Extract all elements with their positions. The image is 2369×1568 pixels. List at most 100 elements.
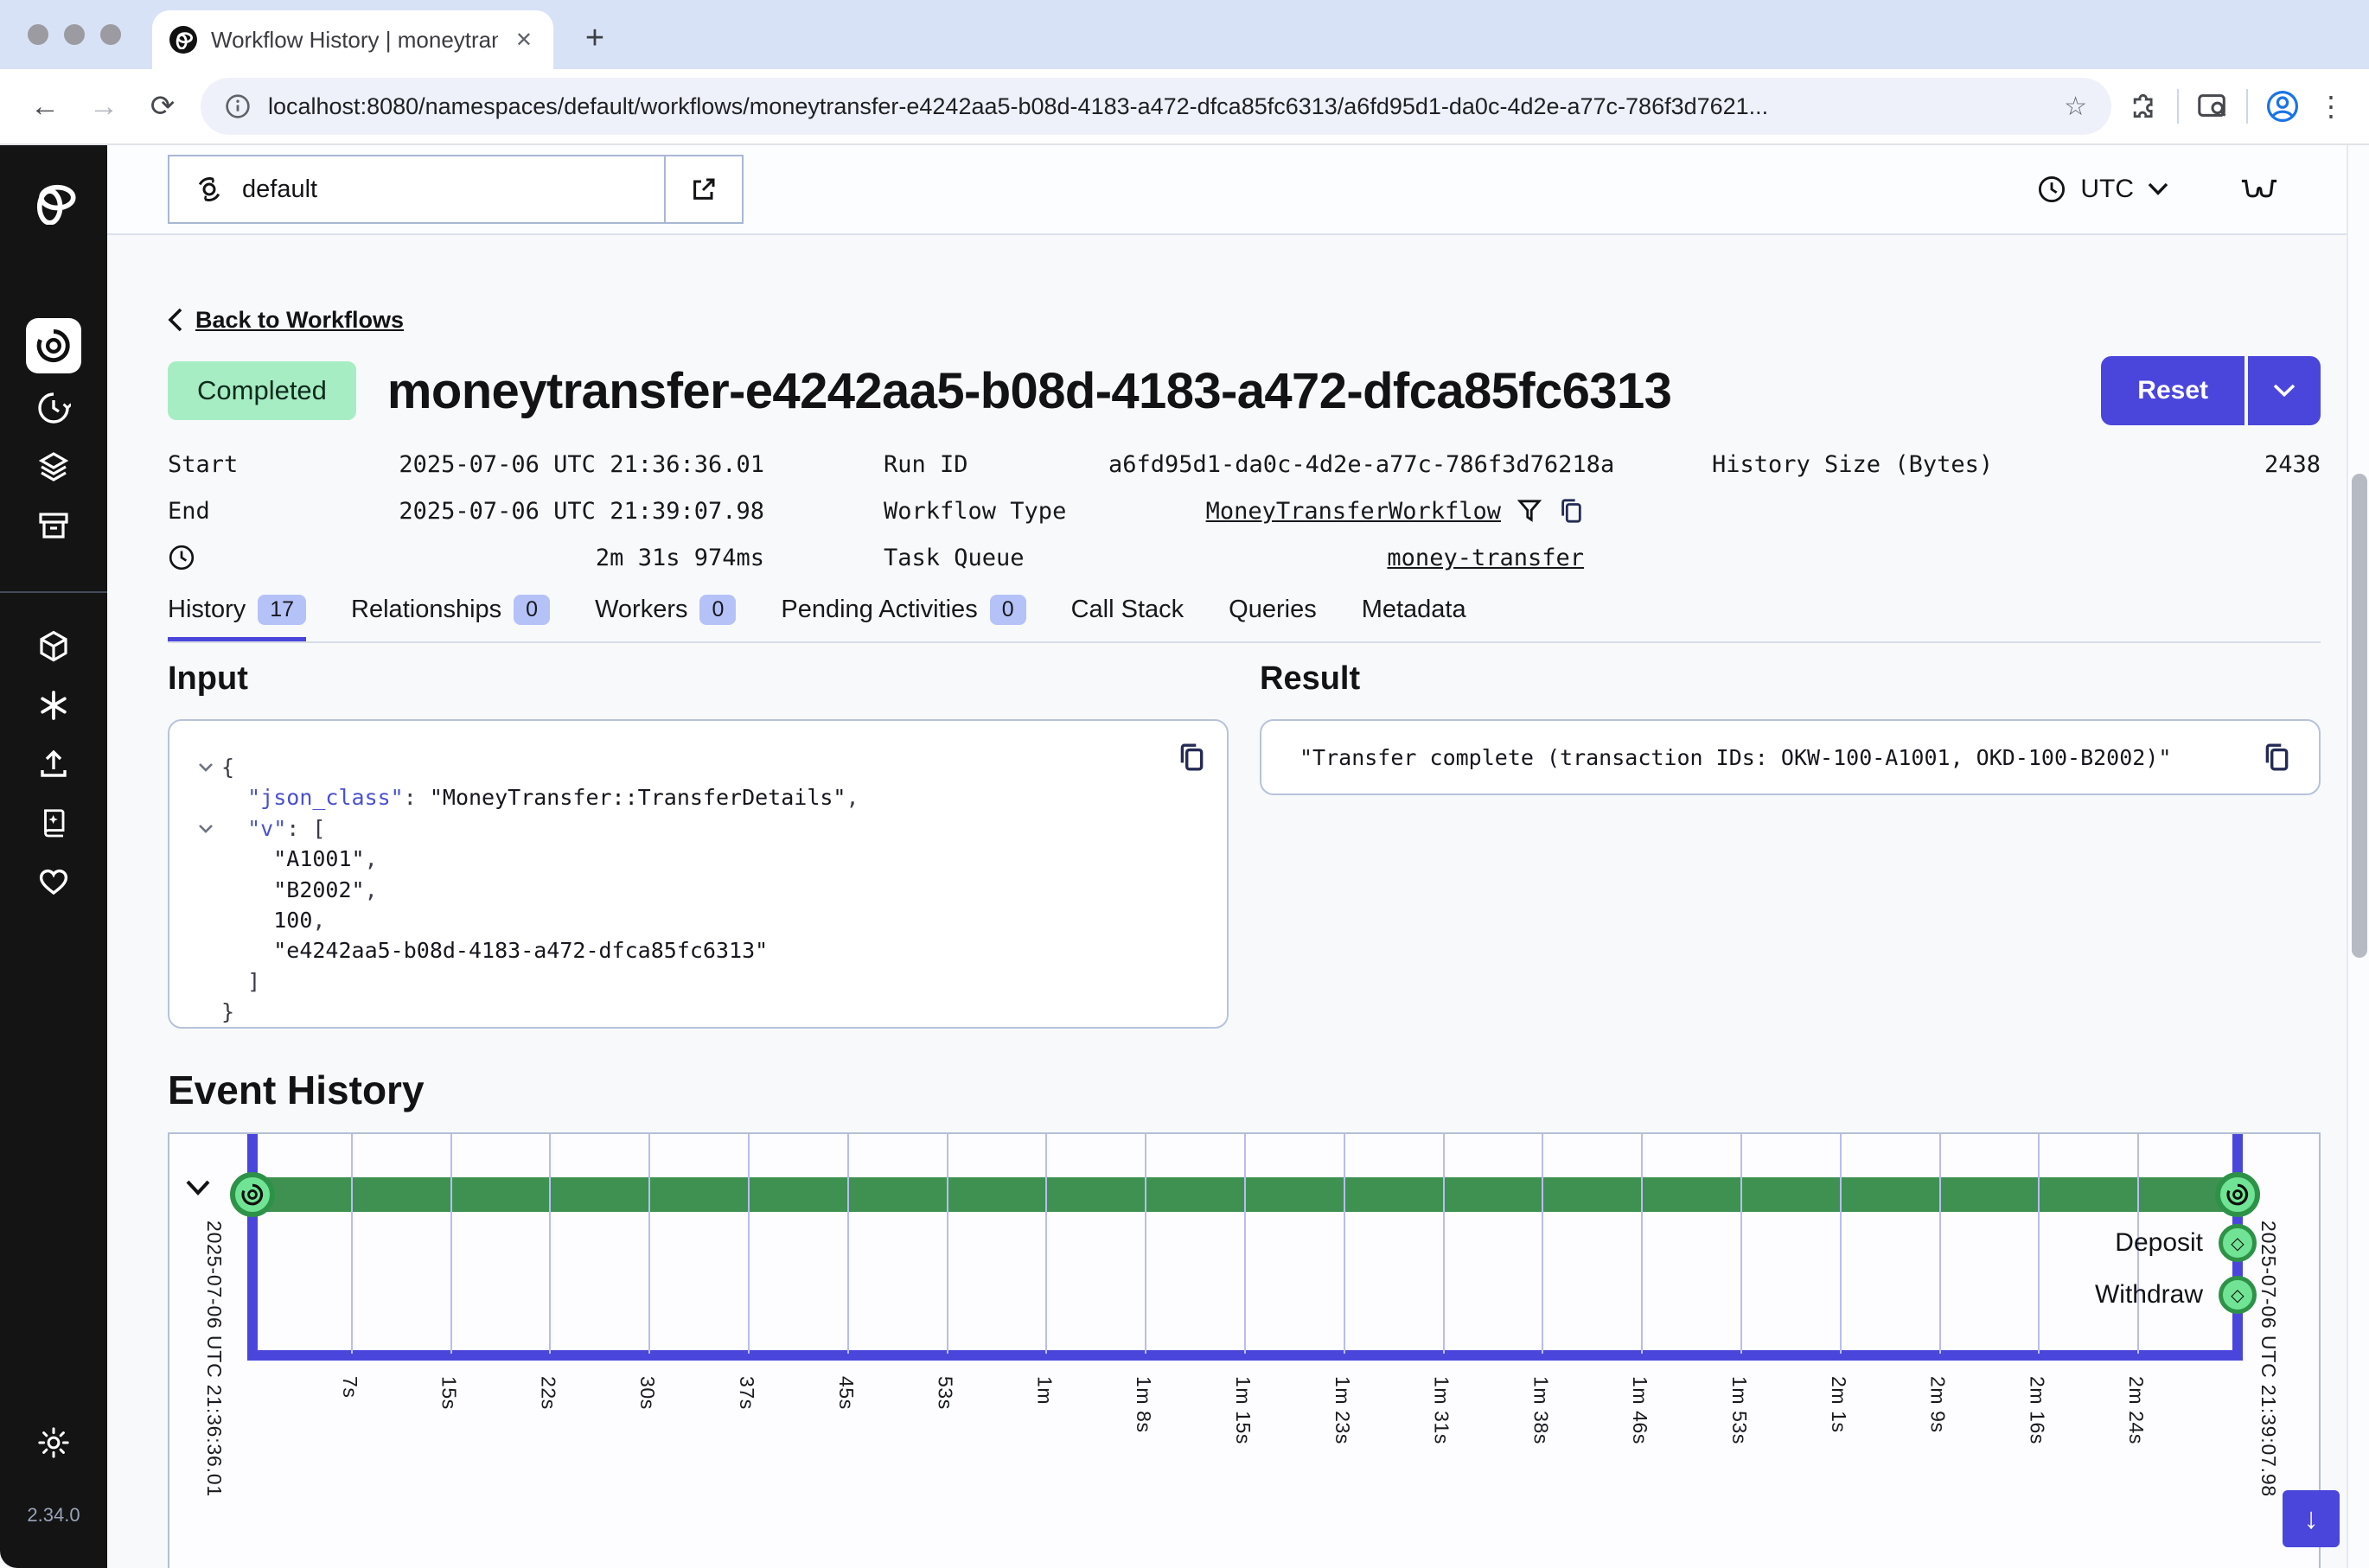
tab-search-panel-icon[interactable] xyxy=(2196,90,2229,123)
sun-icon xyxy=(37,1426,70,1459)
copy-icon[interactable] xyxy=(2262,742,2291,773)
json-collapse-icon[interactable] xyxy=(190,752,221,782)
sidebar-item-namespaces[interactable] xyxy=(36,688,71,723)
timeline-gridline xyxy=(2038,1134,2040,1354)
breadcrumb: Back to Workflows xyxy=(168,304,2321,335)
upload-icon xyxy=(36,747,71,781)
tab-metadata[interactable]: Metadata xyxy=(1362,596,1466,641)
bookmark-star-icon[interactable]: ☆ xyxy=(2064,92,2087,122)
tab-count-badge: 0 xyxy=(699,595,736,625)
tab-close-icon[interactable]: ✕ xyxy=(512,28,536,53)
browser-menu-icon[interactable]: ⋮ xyxy=(2317,90,2345,123)
page-scrollbar[interactable] xyxy=(2347,145,2369,1568)
profile-avatar-icon[interactable] xyxy=(2265,89,2300,124)
theme-toggle-sun-icon[interactable] xyxy=(37,1426,70,1459)
input-section: Input { "json_class": "MoneyTransfer::Tr… xyxy=(168,660,1229,1029)
workflow-type-link[interactable]: MoneyTransferWorkflow xyxy=(1206,498,1501,525)
workflows-icon xyxy=(36,328,71,363)
workflow-page: Back to Workflows Completed moneytransfe… xyxy=(168,304,2321,1568)
activity-label-withdraw: Withdraw xyxy=(2095,1278,2203,1312)
tab-workers[interactable]: Workers0 xyxy=(595,595,736,641)
scrollbar-thumb[interactable] xyxy=(2352,474,2367,958)
address-bar[interactable]: localhost:8080/namespaces/default/workfl… xyxy=(201,78,2111,135)
schedules-icon xyxy=(36,391,71,425)
temporal-logo-icon[interactable] xyxy=(31,180,76,225)
sidebar-item-batch-operations[interactable] xyxy=(36,449,71,484)
sidebar-item-import[interactable] xyxy=(36,747,71,781)
namespace-open-button[interactable] xyxy=(664,156,742,222)
copy-icon[interactable] xyxy=(1177,742,1206,773)
back-icon[interactable]: ← xyxy=(24,90,66,124)
timeline-tick-label: 2m 9s xyxy=(1926,1376,1950,1433)
window-close-button[interactable] xyxy=(28,24,48,45)
sidebar-item-docs[interactable] xyxy=(37,806,70,840)
end-value: 2025-07-06 UTC 21:39:07.98 xyxy=(341,498,764,525)
labs-glasses-icon[interactable] xyxy=(2239,177,2279,201)
workflow-details: Start2025-07-06 UTC 21:36:36.01 End2025-… xyxy=(168,441,2321,581)
tabs-divider xyxy=(168,641,2321,643)
tab-queries[interactable]: Queries xyxy=(1229,596,1317,641)
activity-marker-withdraw[interactable]: ◇ xyxy=(2219,1276,2257,1314)
tab-count-badge: 0 xyxy=(514,595,550,625)
json-gutter xyxy=(190,844,221,874)
cube-icon xyxy=(36,629,71,664)
workflow-title-row: Completed moneytransfer-e4242aa5-b08d-41… xyxy=(168,356,2321,425)
activity-marker-deposit[interactable]: ◇ xyxy=(2219,1224,2257,1262)
sidebar-item-workflows[interactable] xyxy=(26,318,81,373)
url-text[interactable]: localhost:8080/namespaces/default/workfl… xyxy=(268,93,2047,120)
timeline-tick-label: 30s xyxy=(635,1376,659,1410)
tab-pending-activities[interactable]: Pending Activities0 xyxy=(781,595,1025,641)
timeline-collapse-icon[interactable] xyxy=(185,1179,211,1196)
namespace-switcher[interactable]: default xyxy=(168,155,744,224)
layers-icon xyxy=(36,449,71,484)
json-gutter xyxy=(190,966,221,997)
browser-tab-strip: Workflow History | moneytran ✕ + xyxy=(0,0,2369,69)
sidebar-item-archive[interactable] xyxy=(36,508,71,543)
workflow-start-marker[interactable] xyxy=(230,1172,275,1217)
sidebar-item-feedback[interactable] xyxy=(36,864,71,899)
result-heading: Result xyxy=(1260,660,2321,702)
json-collapse-icon[interactable] xyxy=(190,813,221,844)
tab-history[interactable]: History17 xyxy=(168,595,306,641)
browser-tab[interactable]: Workflow History | moneytran ✕ xyxy=(152,10,553,69)
window-minimize-button[interactable] xyxy=(64,24,85,45)
timeline-gridline xyxy=(351,1134,353,1354)
reset-dropdown-button[interactable] xyxy=(2248,356,2321,425)
event-history-timeline: 2025-07-06 UTC 21:36:36.01 2025-07-06 UT… xyxy=(168,1132,2321,1568)
book-sparkles-icon xyxy=(37,806,70,839)
tab-call-stack[interactable]: Call Stack xyxy=(1071,596,1184,641)
chevron-left-icon xyxy=(168,308,183,332)
copy-icon[interactable] xyxy=(1558,497,1584,525)
json-gutter xyxy=(190,875,221,905)
back-to-workflows-link[interactable]: Back to Workflows xyxy=(195,307,404,334)
timeline-gridline xyxy=(648,1134,650,1354)
timeline-gridline xyxy=(1344,1134,1345,1354)
sidebar-item-schedules[interactable] xyxy=(36,391,71,425)
reset-button[interactable]: Reset xyxy=(2101,356,2244,425)
timeline-tick-label: 2m 16s xyxy=(2025,1376,2048,1444)
site-info-icon[interactable] xyxy=(225,93,251,119)
timeline-tick-label: 1m 53s xyxy=(1727,1376,1751,1444)
duration-clock-icon xyxy=(168,544,341,571)
chevron-down-icon xyxy=(2148,182,2168,196)
timezone-selector[interactable]: UTC xyxy=(2037,175,2168,204)
new-tab-button[interactable]: + xyxy=(571,14,619,62)
sidebar-divider xyxy=(0,591,107,593)
task-queue-link[interactable]: money-transfer xyxy=(1387,545,1584,571)
result-section: Result "Transfer complete (transaction I… xyxy=(1260,660,2321,1029)
scroll-to-bottom-button[interactable]: ↓ xyxy=(2283,1490,2340,1547)
heart-icon xyxy=(36,864,71,899)
tab-relationships[interactable]: Relationships0 xyxy=(351,595,550,641)
forward-icon[interactable]: → xyxy=(83,90,125,124)
reload-icon[interactable]: ⟳ xyxy=(142,89,183,124)
sidebar-item-nexus[interactable] xyxy=(36,629,71,664)
workflow-end-marker[interactable] xyxy=(2215,1172,2260,1217)
window-zoom-button[interactable] xyxy=(100,24,121,45)
sidebar-nav: 2.34.0 xyxy=(0,145,107,1568)
filter-icon[interactable] xyxy=(1517,499,1542,523)
timeline-gridline xyxy=(1740,1134,1742,1354)
app-version: 2.34.0 xyxy=(27,1504,80,1527)
event-history-heading: Event History xyxy=(168,1067,2321,1115)
extensions-icon[interactable] xyxy=(2129,91,2160,122)
window-controls[interactable] xyxy=(28,24,121,45)
